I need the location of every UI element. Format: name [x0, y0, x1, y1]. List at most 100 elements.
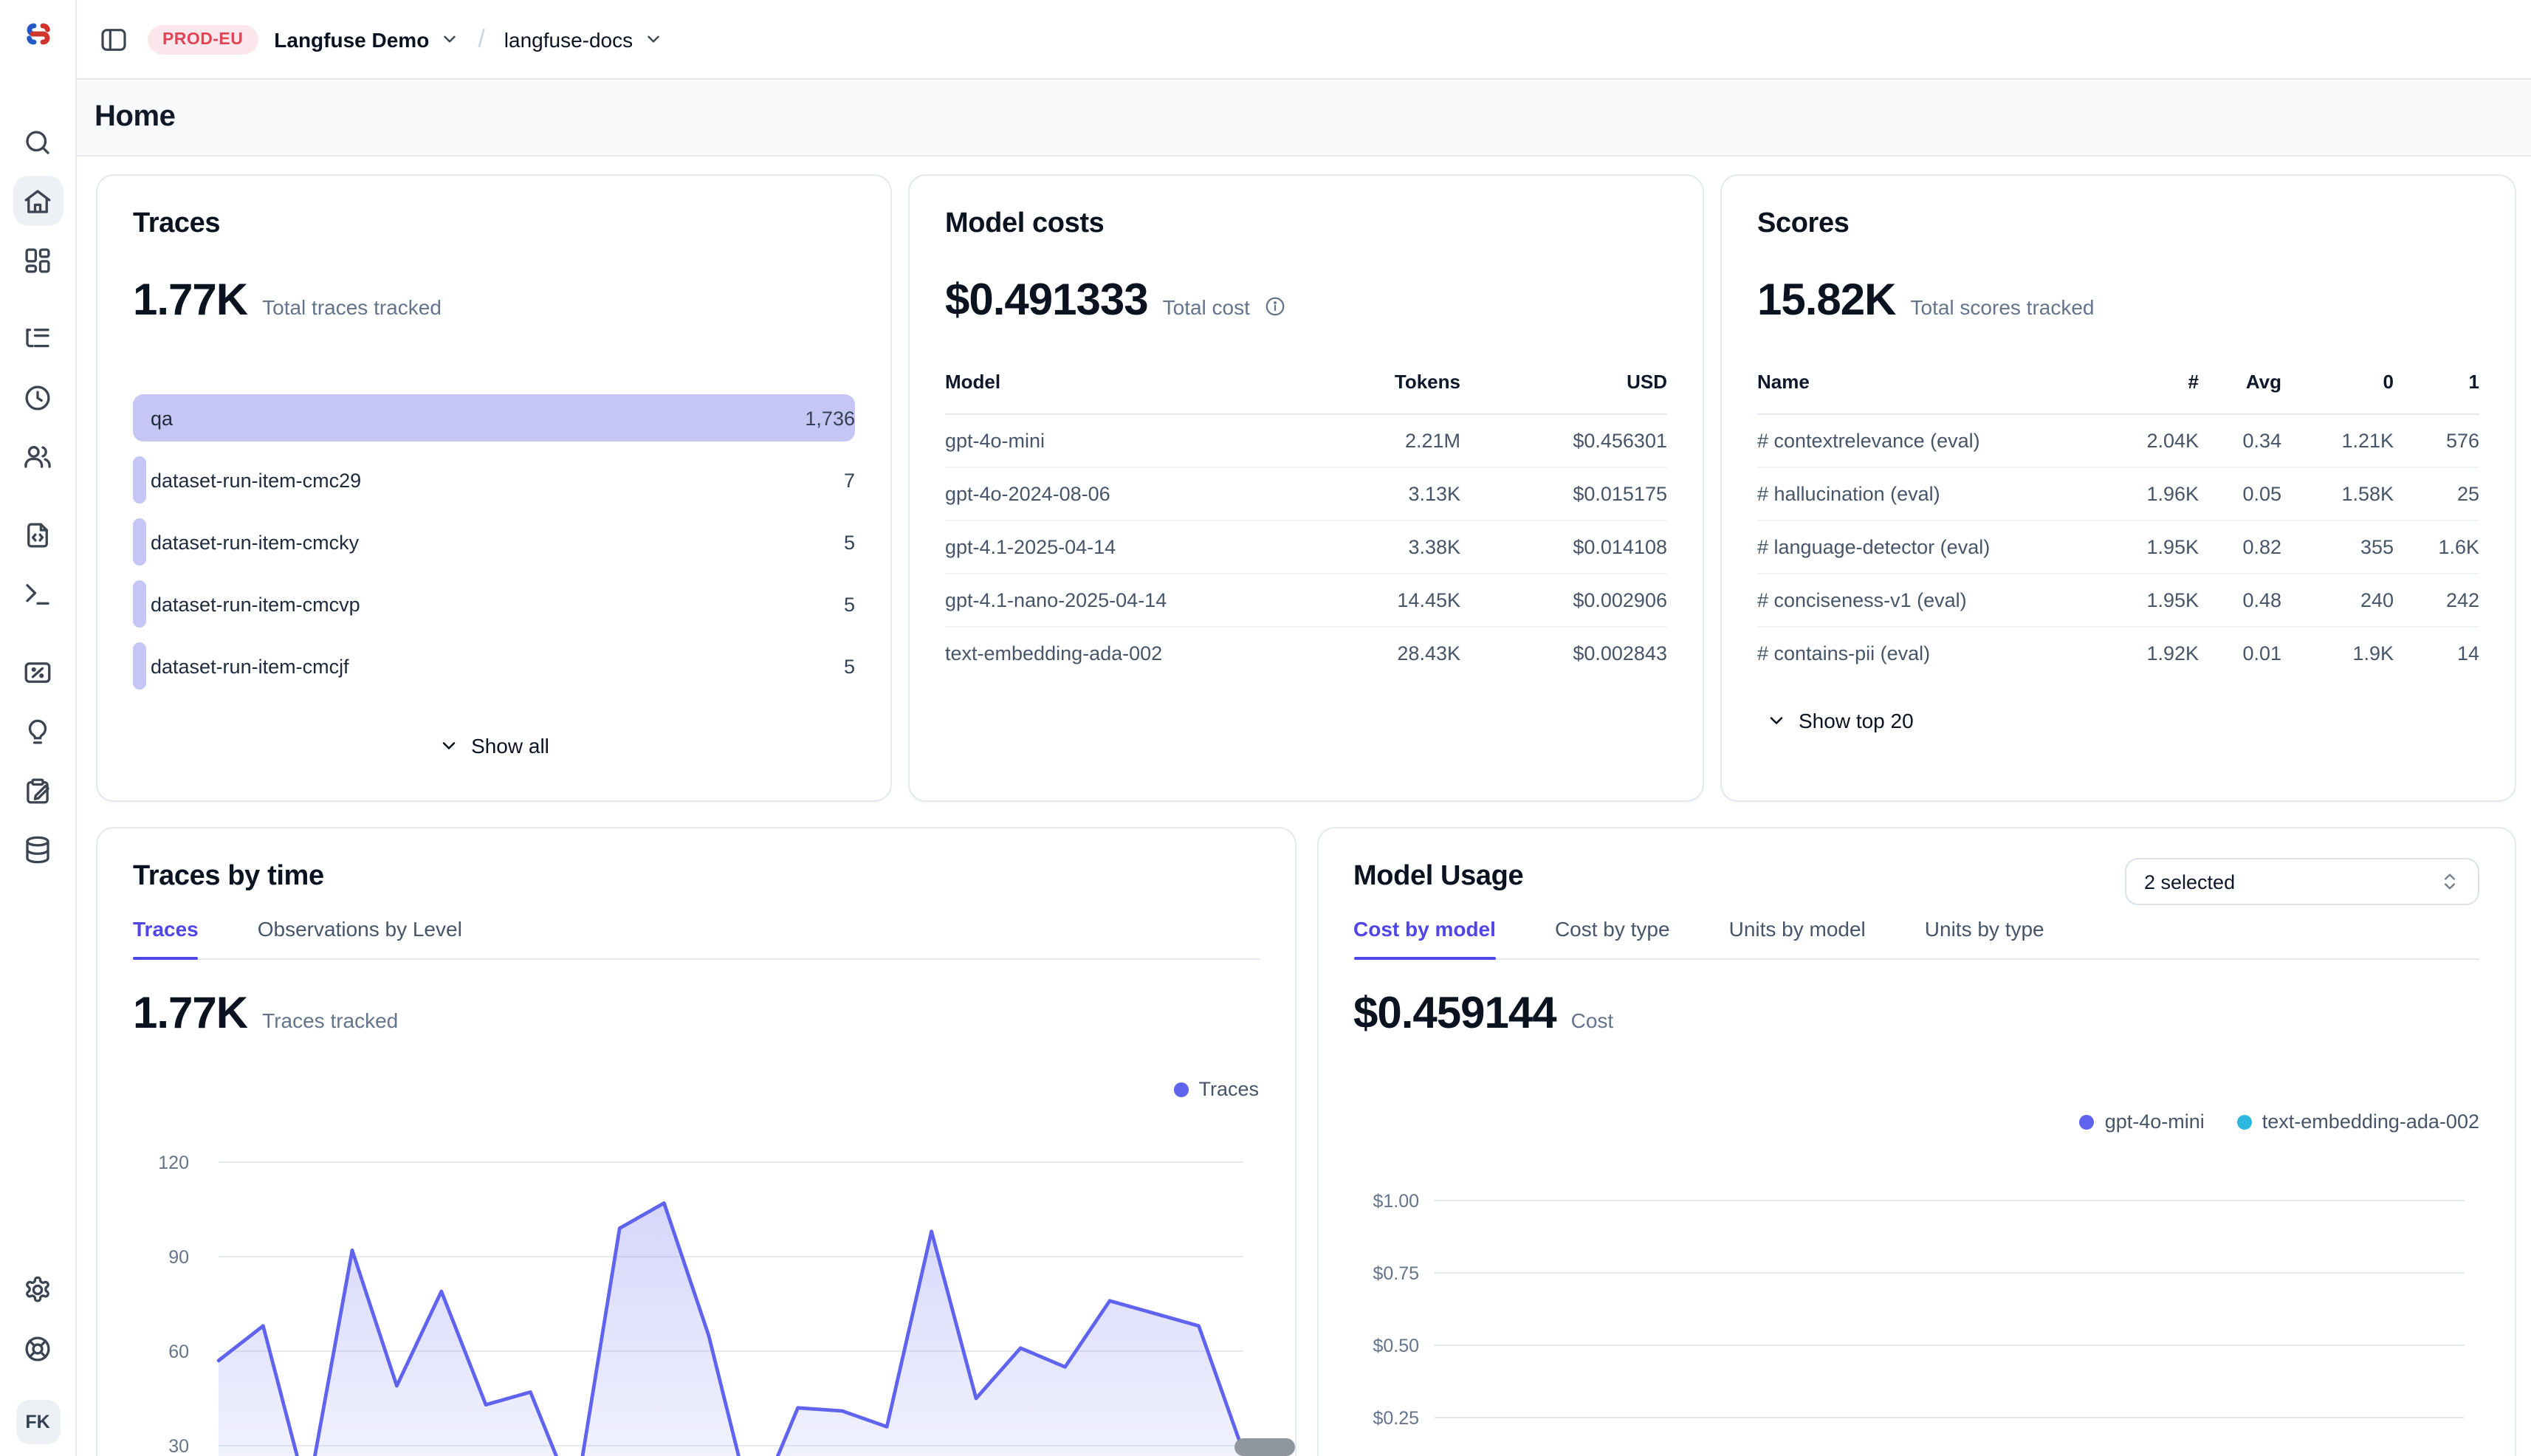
show-all-label: Show all: [471, 734, 549, 758]
tab-cost-by-type[interactable]: Cost by type: [1555, 917, 1670, 958]
table-cell: 1.6K: [2394, 521, 2479, 574]
org-name: Langfuse Demo: [274, 27, 429, 51]
legend-label: gpt-4o-mini: [2105, 1110, 2205, 1133]
model-usage-card: Model Usage 2 selected Cost by modelCost…: [1316, 827, 2516, 1456]
table-cell: text-embedding-ada-002: [945, 627, 1283, 679]
trace-bar: [133, 580, 146, 628]
tab-units-by-type[interactable]: Units by type: [1925, 917, 2044, 958]
tab-units-by-model[interactable]: Units by model: [1729, 917, 1866, 958]
legend-item[interactable]: text-embedding-ada-002: [2237, 1110, 2479, 1133]
clock-icon: [22, 382, 53, 413]
model-usage-tabs: Cost by model Cost by type Units by model U…: [1353, 917, 2479, 960]
column-header: USD: [1460, 371, 1667, 414]
org-switcher[interactable]: Langfuse Demo: [274, 27, 459, 51]
table-cell: $0.456301: [1460, 414, 1667, 467]
sidebar-item-playground[interactable]: [13, 569, 63, 619]
scores-total-label: Total scores tracked: [1911, 295, 2095, 319]
table-cell: # hallucination (eval): [1757, 467, 2104, 521]
show-top-20-button[interactable]: Show top 20: [1757, 703, 1923, 738]
table-cell: 1.95K: [2104, 521, 2199, 574]
y-tick-label: 90: [168, 1247, 189, 1268]
trace-bar: [133, 394, 855, 442]
usage-cost-label: Cost: [1571, 1009, 1614, 1032]
sidebar-item-annotation-queues[interactable]: [13, 765, 63, 815]
project-name: langfuse-docs: [504, 27, 633, 51]
lightbulb-icon: [22, 715, 53, 746]
table-cell: 2.04K: [2104, 414, 2199, 467]
table-row: # contains-pii (eval)1.92K0.011.9K14: [1757, 627, 2479, 679]
sidebar-item-users[interactable]: [13, 431, 63, 481]
top-bar: PROD-EU Langfuse Demo / langfuse-docs: [77, 0, 2531, 78]
trace-bar: [133, 518, 146, 566]
table-cell: # conciseness-v1 (eval): [1757, 574, 2104, 627]
sidebar-item-evaluation[interactable]: [13, 647, 63, 697]
card-title: Traces: [133, 208, 855, 241]
model-select-value: 2 selected: [2144, 870, 2235, 893]
model-costs-card: Model costs $0.491333 Total cost ModelTo…: [908, 174, 1704, 802]
legend-label: Traces: [1198, 1078, 1259, 1100]
legend-item[interactable]: Traces: [1173, 1078, 1259, 1100]
sidebar-item-insights[interactable]: [13, 706, 63, 756]
table-cell: 0.01: [2199, 627, 2281, 679]
chevron-down-icon: [643, 30, 662, 49]
project-switcher[interactable]: langfuse-docs: [504, 27, 662, 51]
table-row: # language-detector (eval)1.95K0.823551.…: [1757, 521, 2479, 574]
sidebar-item-support[interactable]: [13, 1323, 63, 1373]
table-head: ModelTokensUSD: [945, 371, 1667, 414]
tab-traces[interactable]: Traces: [133, 917, 199, 958]
terminal-icon: [22, 578, 53, 609]
table-cell: 3.38K: [1283, 521, 1460, 574]
environment-badge[interactable]: PROD-EU: [148, 24, 258, 54]
trace-bar-label: dataset-run-item-cmc29: [151, 469, 361, 491]
trace-bar-row[interactable]: dataset-run-item-cmcvp5: [133, 580, 855, 628]
table-cell: 240: [2281, 574, 2394, 627]
sidebar-item-tracing[interactable]: [13, 313, 63, 363]
model-select-dropdown[interactable]: 2 selected: [2125, 858, 2479, 905]
table-cell: 3.13K: [1283, 467, 1460, 521]
show-all-button[interactable]: Show all: [430, 728, 558, 763]
trace-bar-row[interactable]: dataset-run-item-cmc29 7: [133, 456, 855, 504]
table-cell: 0.05: [2199, 467, 2281, 521]
legend-label: text-embedding-ada-002: [2262, 1110, 2479, 1133]
table-cell: $0.014108: [1460, 521, 1667, 574]
sidebar-item-sessions[interactable]: [13, 372, 63, 422]
sidebar-toggle-button[interactable]: [96, 21, 131, 57]
table-cell: 1.9K: [2281, 627, 2394, 679]
table-body: # contextrelevance (eval)2.04K0.341.21K5…: [1757, 414, 2479, 679]
total-cost: $0.491333: [945, 276, 1148, 326]
trace-bar-row[interactable]: dataset-run-item-cmcky5: [133, 518, 855, 566]
tab-observations-by-level[interactable]: Observations by Level: [258, 917, 462, 958]
model-costs-table: ModelTokensUSDgpt-4o-mini2.21M$0.456301 g…: [945, 371, 1667, 679]
sidebar-item-home[interactable]: [13, 176, 63, 226]
breadcrumb-separator: /: [478, 24, 484, 54]
info-icon[interactable]: [1265, 295, 1287, 317]
sidebar-item-dashboards[interactable]: [13, 235, 63, 285]
sidebar-item-search[interactable]: [13, 117, 63, 167]
trace-bar-row[interactable]: dataset-run-item-cmcjf5: [133, 642, 855, 690]
langfuse-logo[interactable]: [18, 15, 57, 53]
trace-bar-row[interactable]: qa1,736: [133, 394, 855, 442]
table-cell: 1.95K: [2104, 574, 2199, 627]
sidebar-item-datasets[interactable]: [13, 824, 63, 874]
table-cell: 576: [2394, 414, 2479, 467]
user-avatar[interactable]: FK: [16, 1400, 60, 1444]
traces-by-time-tabs: Traces Observations by Level: [133, 917, 1259, 960]
table-header-row: ModelTokensUSD: [945, 371, 1667, 414]
table-cell: 28.43K: [1283, 627, 1460, 679]
table-cell: 0.82: [2199, 521, 2281, 574]
trace-bar: [133, 456, 146, 504]
table-cell: $0.002906: [1460, 574, 1667, 627]
sidebar-item-settings[interactable]: [13, 1264, 63, 1314]
legend-dot: [2080, 1114, 2095, 1129]
card-title: Model costs: [945, 208, 1667, 241]
horizontal-scrollbar-thumb[interactable]: [1234, 1438, 1295, 1456]
tab-cost-by-model[interactable]: Cost by model: [1353, 917, 1496, 958]
table-row: gpt-4o-mini2.21M$0.456301: [945, 414, 1667, 467]
sidebar-item-prompts[interactable]: [13, 509, 63, 560]
y-tick-label: 120: [158, 1153, 189, 1173]
legend-item[interactable]: gpt-4o-mini: [2080, 1110, 2205, 1133]
traces-total-label: Total traces tracked: [262, 295, 442, 319]
table-row: gpt-4.1-nano-2025-04-1414.45K$0.002906: [945, 574, 1667, 627]
trace-bar-value: 7: [844, 469, 855, 491]
trace-name-bars: qa1,736dataset-run-item-cmc297dataset-ru…: [133, 394, 855, 704]
